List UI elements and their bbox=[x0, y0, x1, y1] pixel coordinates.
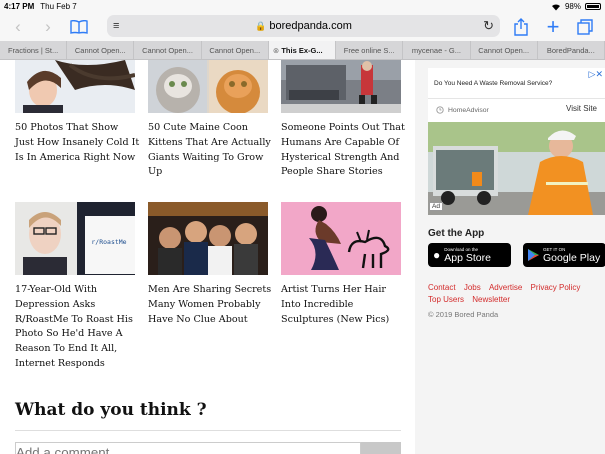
footer-link-privacy[interactable]: Privacy Policy bbox=[531, 282, 581, 294]
back-icon[interactable]: ‹ bbox=[6, 15, 30, 39]
address-bar[interactable]: ≡ 🔒 boredpanda.com ↻ bbox=[107, 15, 500, 37]
footer-link-advertise[interactable]: Advertise bbox=[489, 282, 522, 294]
wifi-icon bbox=[551, 3, 560, 11]
tab-2[interactable]: Cannot Open... bbox=[67, 41, 135, 59]
bookmarks-icon[interactable] bbox=[67, 15, 91, 39]
comment-input[interactable] bbox=[15, 442, 361, 454]
article-title[interactable]: 50 Cute Maine Coon Kittens That Are Actu… bbox=[148, 121, 273, 180]
article-image[interactable] bbox=[281, 202, 401, 275]
tab-3[interactable]: Cannot Open... bbox=[134, 41, 202, 59]
clock-icon bbox=[436, 106, 444, 114]
tab-7[interactable]: mycenae - G... bbox=[403, 41, 471, 59]
ad-close-icon[interactable]: ▷✕ bbox=[589, 69, 603, 80]
app-store-button[interactable]: ● Download on the App Store bbox=[428, 243, 511, 267]
footer-link-top-users[interactable]: Top Users bbox=[428, 294, 464, 306]
status-date: Thu Feb 7 bbox=[40, 2, 77, 11]
google-play-button[interactable]: GET IT ON Google Play bbox=[523, 243, 605, 267]
article-image[interactable] bbox=[15, 60, 135, 113]
ad-source: HomeAdvisor bbox=[448, 106, 489, 114]
status-bar: 4:17 PM Thu Feb 7 98% bbox=[0, 0, 605, 13]
article-title[interactable]: Men Are Sharing Secrets Many Women Proba… bbox=[148, 283, 273, 327]
article-image[interactable] bbox=[148, 60, 268, 113]
share-icon[interactable] bbox=[509, 15, 533, 39]
reload-icon[interactable]: ↻ bbox=[483, 18, 494, 34]
tab-active[interactable]: ⊗ This Ex-G... bbox=[268, 41, 337, 59]
copyright: © 2019 Bored Panda bbox=[428, 310, 499, 319]
footer-links: Contact Jobs Advertise Privacy Policy To… bbox=[428, 282, 605, 306]
safari-window: 4:17 PM Thu Feb 7 98% ‹ › ≡ 🔒 boredpanda… bbox=[0, 0, 605, 454]
article-image[interactable] bbox=[281, 60, 401, 113]
tab-active-label: This Ex-G... bbox=[281, 45, 323, 55]
new-tab-icon[interactable]: + bbox=[541, 14, 565, 39]
article-title[interactable]: Artist Turns Her Hair Into Incredible Sc… bbox=[281, 283, 406, 327]
footer-link-contact[interactable]: Contact bbox=[428, 282, 456, 294]
comments-divider bbox=[15, 430, 401, 431]
article-title[interactable]: 17-Year-Old With Depression Asks R/Roast… bbox=[15, 283, 140, 372]
close-tab-icon[interactable]: ⊗ bbox=[273, 46, 279, 55]
ad-image[interactable] bbox=[428, 122, 605, 215]
tab-4[interactable]: Cannot Open... bbox=[202, 41, 269, 59]
google-play-icon bbox=[528, 249, 539, 261]
forward-icon[interactable]: › bbox=[36, 15, 60, 39]
article-title[interactable]: 50 Photos That Show Just How Insanely Co… bbox=[15, 121, 140, 165]
tab-bar: Fractions | St... Cannot Open... Cannot … bbox=[0, 41, 605, 60]
tab-1[interactable]: Fractions | St... bbox=[0, 41, 68, 59]
ad-badge: Ad bbox=[429, 202, 443, 211]
footer-link-newsletter[interactable]: Newsletter bbox=[472, 294, 510, 306]
status-time: 4:17 PM bbox=[4, 2, 35, 11]
comments-heading: What do you think ? bbox=[15, 400, 207, 420]
tab-8[interactable]: Cannot Open... bbox=[471, 41, 538, 59]
tab-6[interactable]: Free online S... bbox=[336, 41, 404, 59]
ad-unit[interactable]: ▷✕ Do You Need A Waste Removal Service? … bbox=[428, 68, 605, 215]
article-image[interactable]: r/RoastMe bbox=[15, 202, 135, 275]
sign-text: r/RoastMe bbox=[91, 238, 126, 246]
tabs-overview-icon[interactable] bbox=[573, 15, 597, 39]
get-app-heading: Get the App bbox=[428, 228, 485, 239]
reader-view-icon[interactable]: ≡ bbox=[113, 20, 119, 32]
app-store-large: App Store bbox=[444, 251, 491, 264]
apple-icon: ● bbox=[433, 248, 441, 262]
article-image[interactable] bbox=[148, 202, 268, 275]
tab-9[interactable]: BoredPanda... bbox=[538, 41, 605, 59]
footer-link-jobs[interactable]: Jobs bbox=[464, 282, 481, 294]
ad-divider bbox=[428, 98, 605, 99]
google-play-large: Google Play bbox=[543, 251, 601, 264]
browser-toolbar: ‹ › ≡ 🔒 boredpanda.com ↻ + bbox=[0, 13, 605, 41]
visit-site-link[interactable]: Visit Site bbox=[566, 104, 597, 113]
lock-icon: 🔒 bbox=[255, 20, 267, 31]
ad-title[interactable]: Do You Need A Waste Removal Service? bbox=[434, 80, 552, 87]
comment-submit-button[interactable] bbox=[361, 442, 401, 454]
article-title[interactable]: Someone Points Out That Humans Are Capab… bbox=[281, 121, 406, 180]
battery-percent: 98% bbox=[564, 2, 581, 11]
battery-icon bbox=[585, 3, 601, 10]
address-text: boredpanda.com bbox=[269, 20, 352, 32]
